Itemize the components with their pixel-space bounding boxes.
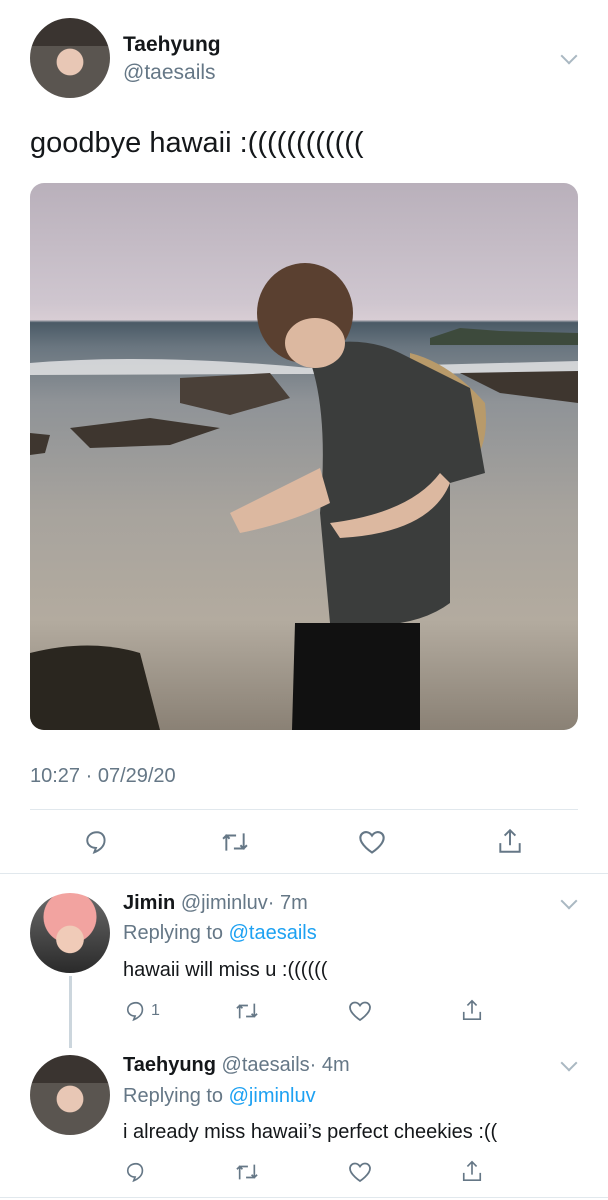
reply-icon [126,1001,144,1022]
reply-icon[interactable] [125,1161,147,1183]
reply-text: i already miss hawaii’s perfect cheekies… [123,1121,498,1143]
reply-time: · 7m [267,892,308,914]
like-icon[interactable] [358,829,386,855]
reply-header: Taehyung @taesails· 4m [123,1054,350,1077]
reply-author-handle[interactable]: @taesails [222,1054,310,1076]
reply-author-name[interactable]: Taehyung [123,1054,216,1076]
divider [0,1197,608,1198]
replying-to: Replying to @taesails [123,922,317,945]
reply-text: hawaii will miss u :(((((( [123,959,328,981]
retweet-icon[interactable] [234,1000,260,1022]
replying-label: Replying to [123,922,224,944]
avatar-taehyung[interactable] [30,18,110,98]
tweet-photo[interactable] [30,183,578,730]
share-icon[interactable] [461,998,483,1022]
share-icon[interactable] [497,827,523,855]
chevron-down-icon[interactable] [560,892,578,910]
reply-author-name[interactable]: Jimin [123,892,175,914]
chevron-down-icon[interactable] [560,47,578,65]
replying-label: Replying to [123,1085,224,1107]
reply-button[interactable]: 1 [125,1000,160,1022]
avatar-jimin[interactable] [30,893,110,973]
thread-line [69,976,72,1048]
replying-to-link[interactable]: @taesails [229,922,317,944]
reply-icon[interactable] [84,829,110,855]
chevron-down-icon[interactable] [560,1054,578,1072]
tweet-text: goodbye hawaii :(((((((((((( [30,127,364,159]
retweet-icon[interactable] [234,1161,260,1183]
like-icon[interactable] [348,1000,372,1022]
replying-to-link[interactable]: @jiminluv [229,1085,316,1107]
reply-author-handle[interactable]: @jiminluv [181,892,268,914]
reply-header: Jimin @jiminluv· 7m [123,892,308,915]
replying-to: Replying to @jiminluv [123,1085,316,1108]
like-icon[interactable] [348,1161,372,1183]
photo-illustration [30,263,578,730]
retweet-icon[interactable] [220,829,250,855]
divider [30,809,578,810]
reply-count: 1 [151,1002,160,1019]
author-handle[interactable]: @taesails [123,61,216,85]
reply-time: · 4m [309,1054,350,1076]
avatar-taehyung[interactable] [30,1055,110,1135]
divider [0,873,608,874]
share-icon[interactable] [461,1159,483,1183]
tweet-timestamp: 10:27 · 07/29/20 [30,765,176,787]
author-name[interactable]: Taehyung [123,33,221,57]
